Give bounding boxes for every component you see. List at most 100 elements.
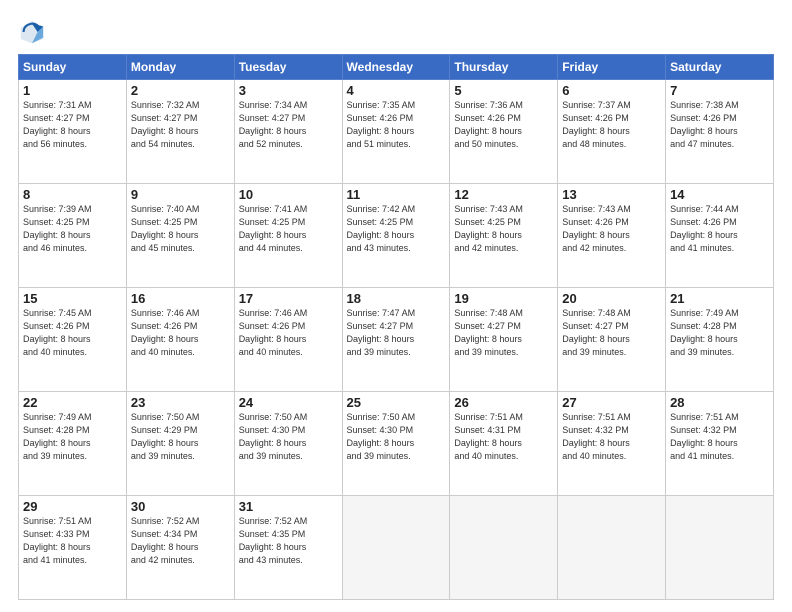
day-info: Sunrise: 7:48 AM Sunset: 4:27 PM Dayligh… [454,307,553,359]
day-info: Sunrise: 7:42 AM Sunset: 4:25 PM Dayligh… [347,203,446,255]
calendar-cell: 14Sunrise: 7:44 AM Sunset: 4:26 PM Dayli… [666,184,774,288]
day-number: 19 [454,291,553,306]
day-number: 15 [23,291,122,306]
calendar-cell [450,496,558,600]
day-info: Sunrise: 7:44 AM Sunset: 4:26 PM Dayligh… [670,203,769,255]
day-number: 20 [562,291,661,306]
calendar-cell: 16Sunrise: 7:46 AM Sunset: 4:26 PM Dayli… [126,288,234,392]
day-info: Sunrise: 7:51 AM Sunset: 4:32 PM Dayligh… [670,411,769,463]
day-number: 26 [454,395,553,410]
day-info: Sunrise: 7:49 AM Sunset: 4:28 PM Dayligh… [670,307,769,359]
day-info: Sunrise: 7:39 AM Sunset: 4:25 PM Dayligh… [23,203,122,255]
calendar-week-5: 29Sunrise: 7:51 AM Sunset: 4:33 PM Dayli… [19,496,774,600]
day-info: Sunrise: 7:48 AM Sunset: 4:27 PM Dayligh… [562,307,661,359]
calendar-cell: 3Sunrise: 7:34 AM Sunset: 4:27 PM Daylig… [234,80,342,184]
day-number: 22 [23,395,122,410]
day-number: 31 [239,499,338,514]
day-number: 10 [239,187,338,202]
day-info: Sunrise: 7:35 AM Sunset: 4:26 PM Dayligh… [347,99,446,151]
calendar-cell: 2Sunrise: 7:32 AM Sunset: 4:27 PM Daylig… [126,80,234,184]
day-info: Sunrise: 7:32 AM Sunset: 4:27 PM Dayligh… [131,99,230,151]
day-info: Sunrise: 7:50 AM Sunset: 4:30 PM Dayligh… [347,411,446,463]
calendar-cell: 20Sunrise: 7:48 AM Sunset: 4:27 PM Dayli… [558,288,666,392]
calendar-cell [558,496,666,600]
day-info: Sunrise: 7:52 AM Sunset: 4:35 PM Dayligh… [239,515,338,567]
day-number: 2 [131,83,230,98]
calendar-cell: 25Sunrise: 7:50 AM Sunset: 4:30 PM Dayli… [342,392,450,496]
calendar-cell [342,496,450,600]
calendar-cell: 31Sunrise: 7:52 AM Sunset: 4:35 PM Dayli… [234,496,342,600]
day-number: 29 [23,499,122,514]
day-info: Sunrise: 7:50 AM Sunset: 4:29 PM Dayligh… [131,411,230,463]
calendar-cell: 22Sunrise: 7:49 AM Sunset: 4:28 PM Dayli… [19,392,127,496]
weekday-header-friday: Friday [558,55,666,80]
calendar-cell: 19Sunrise: 7:48 AM Sunset: 4:27 PM Dayli… [450,288,558,392]
day-number: 12 [454,187,553,202]
calendar-week-2: 8Sunrise: 7:39 AM Sunset: 4:25 PM Daylig… [19,184,774,288]
calendar-cell [666,496,774,600]
weekday-header-wednesday: Wednesday [342,55,450,80]
day-number: 28 [670,395,769,410]
day-info: Sunrise: 7:43 AM Sunset: 4:26 PM Dayligh… [562,203,661,255]
logo [18,18,50,46]
calendar-cell: 11Sunrise: 7:42 AM Sunset: 4:25 PM Dayli… [342,184,450,288]
day-number: 8 [23,187,122,202]
day-info: Sunrise: 7:52 AM Sunset: 4:34 PM Dayligh… [131,515,230,567]
calendar-cell: 9Sunrise: 7:40 AM Sunset: 4:25 PM Daylig… [126,184,234,288]
calendar-cell: 27Sunrise: 7:51 AM Sunset: 4:32 PM Dayli… [558,392,666,496]
day-number: 13 [562,187,661,202]
calendar-week-1: 1Sunrise: 7:31 AM Sunset: 4:27 PM Daylig… [19,80,774,184]
day-number: 14 [670,187,769,202]
calendar-cell: 29Sunrise: 7:51 AM Sunset: 4:33 PM Dayli… [19,496,127,600]
day-info: Sunrise: 7:49 AM Sunset: 4:28 PM Dayligh… [23,411,122,463]
calendar-cell: 24Sunrise: 7:50 AM Sunset: 4:30 PM Dayli… [234,392,342,496]
calendar: SundayMondayTuesdayWednesdayThursdayFrid… [18,54,774,600]
day-info: Sunrise: 7:41 AM Sunset: 4:25 PM Dayligh… [239,203,338,255]
day-number: 4 [347,83,446,98]
calendar-cell: 5Sunrise: 7:36 AM Sunset: 4:26 PM Daylig… [450,80,558,184]
calendar-week-4: 22Sunrise: 7:49 AM Sunset: 4:28 PM Dayli… [19,392,774,496]
day-info: Sunrise: 7:43 AM Sunset: 4:25 PM Dayligh… [454,203,553,255]
calendar-cell: 10Sunrise: 7:41 AM Sunset: 4:25 PM Dayli… [234,184,342,288]
day-number: 6 [562,83,661,98]
calendar-cell: 21Sunrise: 7:49 AM Sunset: 4:28 PM Dayli… [666,288,774,392]
weekday-header-saturday: Saturday [666,55,774,80]
day-info: Sunrise: 7:31 AM Sunset: 4:27 PM Dayligh… [23,99,122,151]
weekday-header-sunday: Sunday [19,55,127,80]
day-info: Sunrise: 7:45 AM Sunset: 4:26 PM Dayligh… [23,307,122,359]
day-info: Sunrise: 7:40 AM Sunset: 4:25 PM Dayligh… [131,203,230,255]
calendar-cell: 1Sunrise: 7:31 AM Sunset: 4:27 PM Daylig… [19,80,127,184]
calendar-cell: 28Sunrise: 7:51 AM Sunset: 4:32 PM Dayli… [666,392,774,496]
day-number: 3 [239,83,338,98]
day-info: Sunrise: 7:50 AM Sunset: 4:30 PM Dayligh… [239,411,338,463]
weekday-header-thursday: Thursday [450,55,558,80]
logo-icon [18,18,46,46]
calendar-cell: 15Sunrise: 7:45 AM Sunset: 4:26 PM Dayli… [19,288,127,392]
calendar-cell: 13Sunrise: 7:43 AM Sunset: 4:26 PM Dayli… [558,184,666,288]
calendar-cell: 30Sunrise: 7:52 AM Sunset: 4:34 PM Dayli… [126,496,234,600]
calendar-cell: 8Sunrise: 7:39 AM Sunset: 4:25 PM Daylig… [19,184,127,288]
day-info: Sunrise: 7:36 AM Sunset: 4:26 PM Dayligh… [454,99,553,151]
calendar-week-3: 15Sunrise: 7:45 AM Sunset: 4:26 PM Dayli… [19,288,774,392]
day-info: Sunrise: 7:51 AM Sunset: 4:32 PM Dayligh… [562,411,661,463]
day-number: 1 [23,83,122,98]
day-number: 27 [562,395,661,410]
weekday-header-row: SundayMondayTuesdayWednesdayThursdayFrid… [19,55,774,80]
calendar-cell: 23Sunrise: 7:50 AM Sunset: 4:29 PM Dayli… [126,392,234,496]
day-info: Sunrise: 7:46 AM Sunset: 4:26 PM Dayligh… [131,307,230,359]
weekday-header-monday: Monday [126,55,234,80]
day-number: 24 [239,395,338,410]
day-number: 11 [347,187,446,202]
day-info: Sunrise: 7:38 AM Sunset: 4:26 PM Dayligh… [670,99,769,151]
day-info: Sunrise: 7:34 AM Sunset: 4:27 PM Dayligh… [239,99,338,151]
day-info: Sunrise: 7:47 AM Sunset: 4:27 PM Dayligh… [347,307,446,359]
calendar-cell: 7Sunrise: 7:38 AM Sunset: 4:26 PM Daylig… [666,80,774,184]
day-info: Sunrise: 7:51 AM Sunset: 4:33 PM Dayligh… [23,515,122,567]
day-number: 7 [670,83,769,98]
day-info: Sunrise: 7:46 AM Sunset: 4:26 PM Dayligh… [239,307,338,359]
calendar-cell: 6Sunrise: 7:37 AM Sunset: 4:26 PM Daylig… [558,80,666,184]
day-number: 23 [131,395,230,410]
day-number: 17 [239,291,338,306]
day-number: 21 [670,291,769,306]
day-number: 9 [131,187,230,202]
